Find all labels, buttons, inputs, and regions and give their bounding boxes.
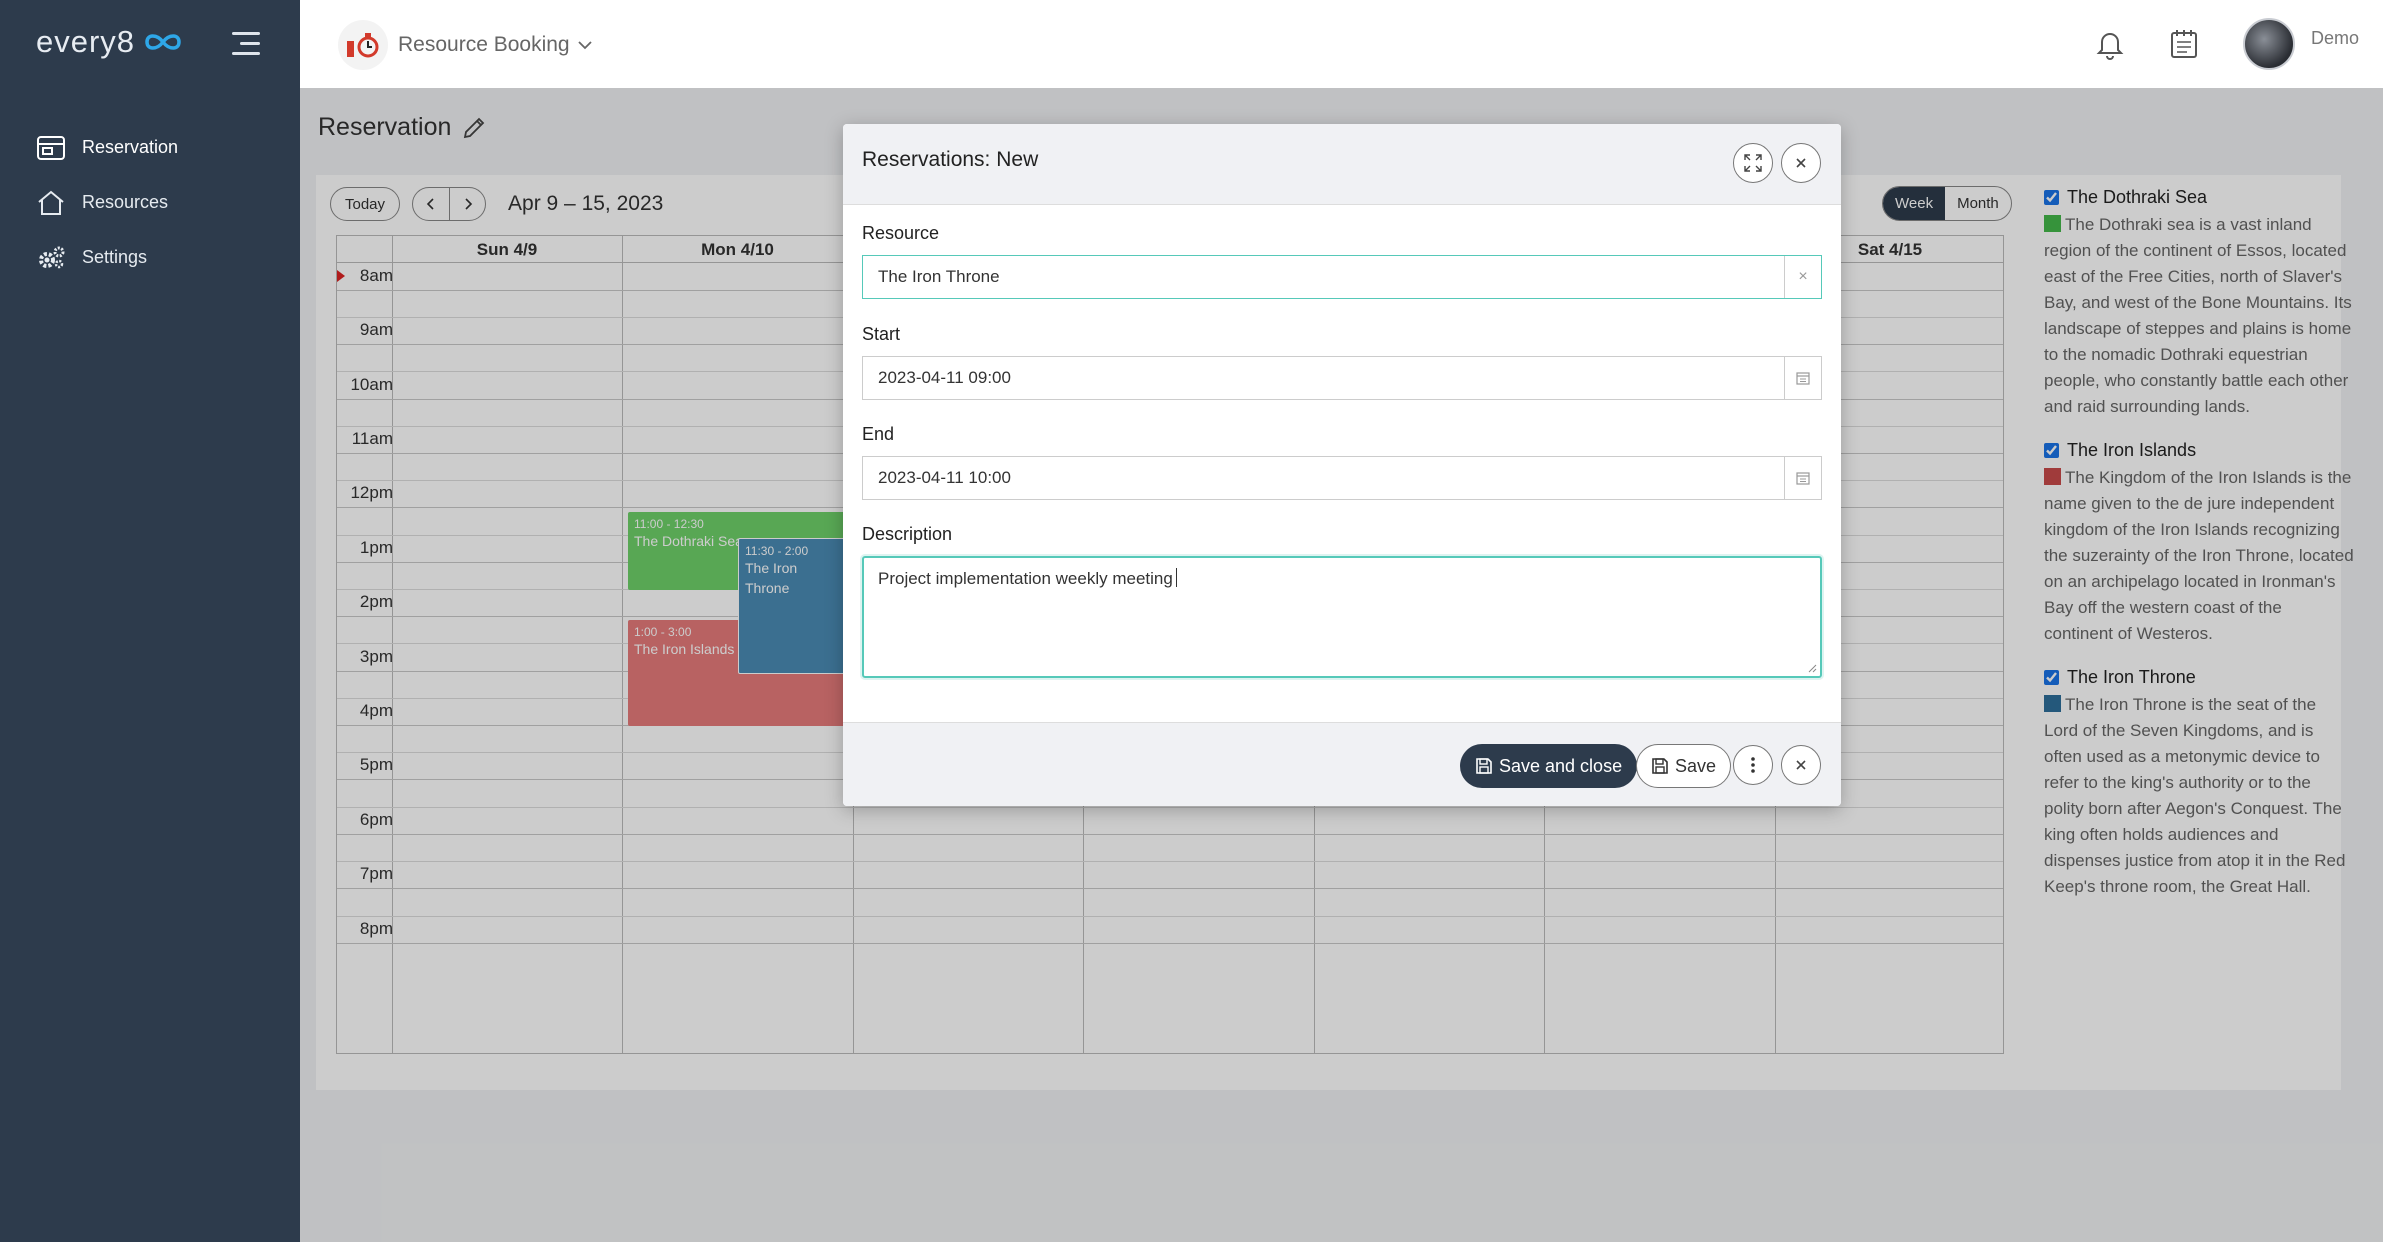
gears-icon <box>39 246 65 268</box>
sidebar-nav: Reservation Resources Settings <box>0 120 300 285</box>
logo-text: every8 <box>36 24 136 59</box>
dialog-title: Reservations: New <box>862 148 1039 171</box>
sidebar-item-reservation[interactable]: Reservation <box>0 120 300 175</box>
dialog-header: Reservations: New <box>843 124 1841 205</box>
more-options-button[interactable] <box>1733 745 1773 785</box>
menu-toggle-icon[interactable] <box>228 30 264 58</box>
avatar[interactable] <box>2242 18 2295 70</box>
kebab-menu-icon <box>1751 757 1755 773</box>
sidebar-item-label: Settings <box>82 247 148 267</box>
clear-icon: × <box>1798 268 1808 285</box>
close-icon <box>1796 158 1806 168</box>
start-label: Start <box>862 324 901 344</box>
end-label: End <box>862 424 895 444</box>
home-icon <box>38 190 64 215</box>
chevron-down-icon <box>577 41 592 50</box>
sidebar-item-settings[interactable]: Settings <box>0 230 300 285</box>
end-field[interactable]: 2023-04-11 10:00 <box>862 456 1822 500</box>
resize-grip-icon[interactable] <box>1807 663 1817 673</box>
clear-resource-button[interactable]: × <box>1784 256 1821 298</box>
floppy-disk-icon <box>1476 758 1492 774</box>
sidebar: every8 Reservation Resources Settings <box>0 0 300 1242</box>
calendar-card-icon <box>37 135 65 160</box>
description-label: Description <box>862 524 953 544</box>
resource-label: Resource <box>862 223 940 243</box>
close-icon <box>1796 760 1806 770</box>
infinity-logo-icon <box>145 34 181 50</box>
text-caret <box>1175 568 1177 587</box>
expand-icon <box>1744 154 1762 172</box>
floppy-disk-icon <box>1652 758 1668 774</box>
top-bar: Resource Booking Demo <box>300 0 2383 88</box>
start-field[interactable]: 2023-04-11 09:00 <box>862 356 1822 400</box>
notepad-icon[interactable] <box>2169 28 2199 60</box>
description-value: Project implementation weekly meeting <box>878 569 1173 588</box>
app-name: Resource Booking <box>398 33 570 56</box>
app-logo-icon <box>338 20 388 70</box>
calendar-icon <box>1796 472 1810 485</box>
resource-select[interactable]: The Iron Throne × <box>862 255 1822 299</box>
user-name[interactable]: Demo <box>2311 28 2359 49</box>
end-calendar-button[interactable] <box>1784 457 1821 499</box>
brand-logo[interactable]: every8 <box>36 24 183 60</box>
sidebar-item-label: Resources <box>82 192 169 212</box>
start-value: 2023-04-11 09:00 <box>878 368 1011 387</box>
cancel-button[interactable] <box>1781 745 1821 785</box>
start-calendar-button[interactable] <box>1784 357 1821 399</box>
app-switcher[interactable]: Resource Booking <box>338 20 594 70</box>
close-button[interactable] <box>1781 143 1821 183</box>
bell-icon[interactable] <box>2095 28 2125 60</box>
save-button[interactable]: Save <box>1636 744 1732 788</box>
resource-value: The Iron Throne <box>878 267 1000 286</box>
end-value: 2023-04-11 10:00 <box>878 468 1011 487</box>
sidebar-item-label: Reservation <box>82 137 179 157</box>
save-and-close-label: Save and close <box>1499 755 1623 776</box>
sidebar-item-resources[interactable]: Resources <box>0 175 300 230</box>
calendar-icon <box>1796 372 1810 385</box>
dialog-footer: Save and close Save <box>843 722 1841 806</box>
expand-button[interactable] <box>1733 143 1773 183</box>
save-and-close-button[interactable]: Save and close <box>1460 744 1638 788</box>
description-textarea[interactable]: Project implementation weekly meeting <box>862 556 1822 678</box>
reservation-dialog: Reservations: New Resource The Iron Thro… <box>843 124 1841 806</box>
top-actions: Demo <box>2095 0 2383 88</box>
save-label: Save <box>1675 755 1717 776</box>
